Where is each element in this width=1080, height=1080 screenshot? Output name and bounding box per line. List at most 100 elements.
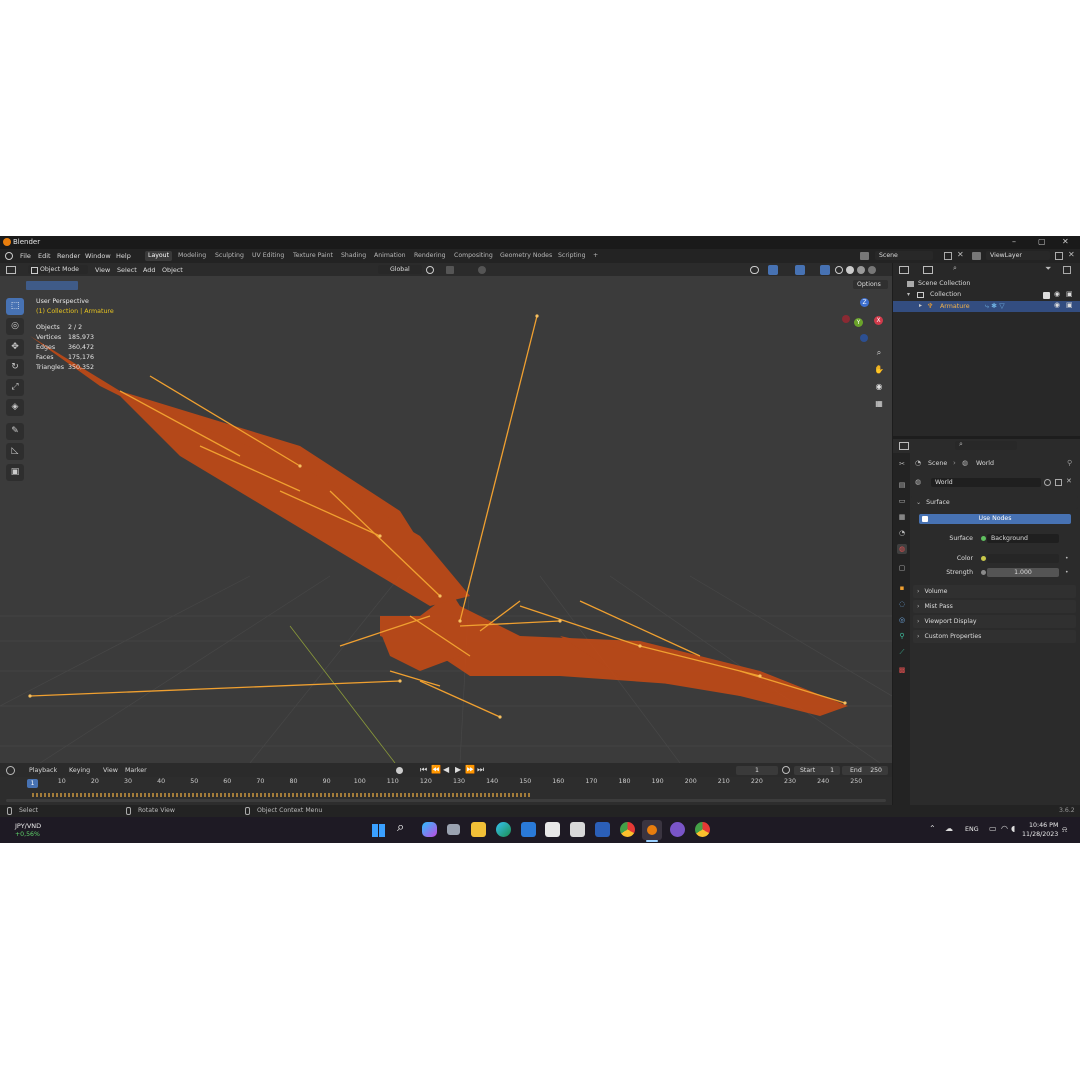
scene-collection-label[interactable]: Scene Collection: [918, 280, 970, 287]
maximize-icon[interactable]: ▢: [1038, 237, 1046, 246]
move-tool[interactable]: ✥: [6, 339, 24, 356]
tab-compositing[interactable]: Compositing: [451, 251, 496, 261]
select-mode-icons[interactable]: [26, 281, 78, 290]
timeline-editor-icon[interactable]: [6, 766, 15, 775]
annotate-tool[interactable]: ✎: [6, 423, 24, 440]
collection-label[interactable]: Collection: [930, 291, 961, 298]
xray-toggle-icon[interactable]: [820, 265, 830, 275]
clock-date[interactable]: 11/28/2023: [1022, 831, 1058, 838]
clock-time[interactable]: 10:46 PM: [1029, 822, 1058, 829]
tab-texture-paint[interactable]: Texture Paint: [290, 251, 336, 261]
preview-range-icon[interactable]: [782, 766, 790, 774]
world-tab-icon[interactable]: ◍: [897, 544, 907, 554]
collection-visibility-icon[interactable]: ◉: [1054, 290, 1060, 298]
next-keyframe-icon[interactable]: ⏩: [465, 765, 475, 774]
menu-marker[interactable]: Marker: [125, 767, 147, 774]
transform-tool[interactable]: ◈: [6, 399, 24, 416]
scene-icon[interactable]: [860, 252, 869, 260]
collection-expand-icon[interactable]: ▾: [907, 291, 910, 298]
camera-view-icon[interactable]: ◉: [872, 380, 886, 394]
playhead[interactable]: 1: [27, 779, 38, 788]
task-view-icon[interactable]: [447, 824, 460, 835]
modifier-tab-icon[interactable]: ◌: [897, 599, 907, 609]
tab-scripting[interactable]: Scripting: [555, 251, 589, 261]
armature-label[interactable]: Armature: [940, 303, 970, 310]
tab-uv-editing[interactable]: UV Editing: [249, 251, 287, 261]
navigation-gizmo[interactable]: Z Y X: [840, 298, 886, 344]
tab-layout[interactable]: Layout: [145, 251, 173, 261]
current-frame-field[interactable]: 1: [736, 766, 778, 775]
render-tab-icon[interactable]: ▤: [897, 480, 907, 490]
store-icon[interactable]: [545, 822, 560, 837]
menu-edit[interactable]: Edit: [38, 252, 51, 260]
zoom-icon[interactable]: ⌕: [872, 346, 886, 360]
delete-scene-icon[interactable]: ✕: [957, 250, 964, 259]
unlink-world-icon[interactable]: ✕: [1066, 477, 1072, 485]
menu-object[interactable]: Object: [162, 266, 183, 274]
jump-end-icon[interactable]: ⏭: [477, 765, 484, 775]
new-scene-icon[interactable]: [944, 252, 952, 260]
armature-render-icon[interactable]: ▣: [1066, 301, 1073, 309]
menu-help[interactable]: Help: [116, 252, 131, 260]
blender-menu-icon[interactable]: [5, 252, 13, 260]
scene-tab-icon[interactable]: ◔: [897, 528, 907, 538]
minimize-icon[interactable]: –: [1012, 237, 1016, 246]
pivot-icon[interactable]: [426, 266, 434, 274]
frame-ruler[interactable]: 1 10 20 30 40 50 60 70 80 90 100 110 120 130 140 150 16…: [0, 777, 892, 805]
file-explorer-icon[interactable]: [471, 822, 486, 837]
menu-add[interactable]: Add: [143, 266, 155, 274]
material-shading-icon[interactable]: [857, 266, 865, 274]
gizmo-y-icon[interactable]: Y: [854, 318, 863, 327]
armature-expand-icon[interactable]: ▸: [919, 302, 922, 309]
armature-visibility-icon[interactable]: ◉: [1054, 301, 1060, 309]
output-tab-icon[interactable]: ▭: [897, 496, 907, 506]
close-icon[interactable]: ✕: [1062, 237, 1069, 246]
display-icon[interactable]: ▭: [989, 824, 997, 833]
chrome-profile-icon[interactable]: [695, 822, 710, 837]
jump-start-icon[interactable]: ⏮: [420, 765, 427, 775]
timeline-scrollbar[interactable]: [6, 799, 886, 802]
filter-icon[interactable]: ⏷: [1045, 264, 1051, 274]
tab-animation[interactable]: Animation: [371, 251, 409, 261]
tab-shading[interactable]: Shading: [338, 251, 369, 261]
strength-keyframe-icon[interactable]: •: [1065, 569, 1069, 576]
wifi-icon[interactable]: ◠: [1001, 824, 1008, 833]
start-icon[interactable]: [372, 824, 385, 837]
props-editor-icon[interactable]: [899, 442, 909, 450]
volume-panel-header[interactable]: › Volume: [913, 585, 1076, 598]
3d-viewport[interactable]: Object Mode View Select Add Object Globa…: [0, 263, 892, 763]
start-frame-field[interactable]: Start 1: [794, 766, 840, 775]
menu-file[interactable]: File: [20, 252, 31, 260]
new-world-icon[interactable]: [1055, 479, 1062, 486]
tab-modeling[interactable]: Modeling: [175, 251, 209, 261]
world-name-field[interactable]: World: [931, 478, 1041, 487]
play-icon[interactable]: ▶: [455, 765, 461, 774]
edge-icon[interactable]: [496, 822, 511, 837]
rotate-tool[interactable]: ↻: [6, 359, 24, 376]
physics-tab-icon[interactable]: ◎: [897, 615, 907, 625]
pin-icon[interactable]: ⚲: [1067, 459, 1072, 467]
menu-timeline-view[interactable]: View: [103, 767, 118, 774]
editor-type-icon[interactable]: [6, 266, 16, 274]
menu-playback[interactable]: Playback: [29, 767, 57, 774]
select-box-tool[interactable]: ⬚: [6, 298, 24, 315]
viewlayer-icon[interactable]: [972, 252, 981, 260]
wireframe-shading-icon[interactable]: [835, 266, 843, 274]
tab-rendering[interactable]: Rendering: [411, 251, 449, 261]
tray-overflow-icon[interactable]: ⌃: [929, 824, 936, 833]
new-viewlayer-icon[interactable]: [1055, 252, 1063, 260]
view-layer-tab-icon[interactable]: ▦: [897, 512, 907, 522]
options-dropdown[interactable]: Options: [853, 280, 888, 289]
mist-pass-panel-header[interactable]: › Mist Pass: [913, 600, 1076, 613]
snap-icon[interactable]: [446, 266, 454, 274]
use-nodes-button[interactable]: Use Nodes: [919, 514, 1071, 524]
object-tab-icon[interactable]: ▪: [897, 583, 907, 593]
menu-keying[interactable]: Keying: [69, 767, 90, 774]
menu-select[interactable]: Select: [117, 266, 137, 274]
transform-orientation-dropdown[interactable]: Global: [378, 265, 422, 274]
color-keyframe-icon[interactable]: •: [1065, 555, 1069, 562]
bone-tab-icon[interactable]: ⟋: [897, 647, 907, 657]
perspective-toggle-icon[interactable]: ▦: [872, 397, 886, 411]
pan-hand-icon[interactable]: ✋: [872, 363, 886, 377]
menu-render[interactable]: Render: [57, 252, 80, 260]
